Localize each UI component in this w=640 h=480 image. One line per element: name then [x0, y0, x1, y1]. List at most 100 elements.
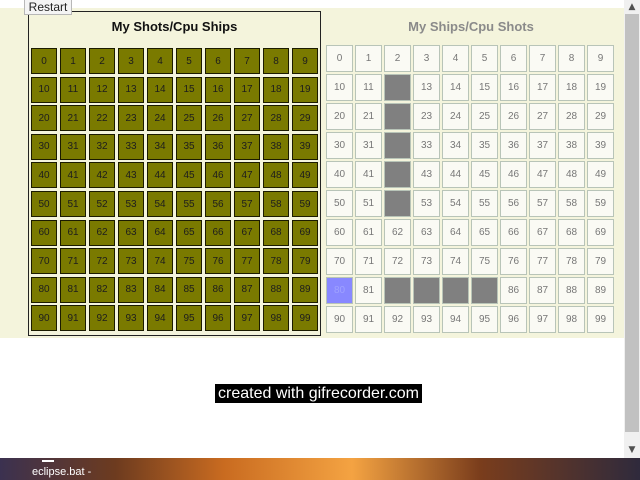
left-cell-62[interactable]: 62	[89, 219, 115, 246]
left-cell-77[interactable]: 77	[234, 248, 260, 275]
left-cell-74[interactable]: 74	[147, 248, 173, 275]
left-cell-8[interactable]: 8	[263, 48, 289, 74]
left-cell-92[interactable]: 92	[89, 305, 115, 332]
left-cell-85[interactable]: 85	[176, 276, 202, 303]
left-cell-12[interactable]: 12	[89, 76, 115, 103]
left-cell-4[interactable]: 4	[147, 48, 173, 74]
left-cell-93[interactable]: 93	[118, 305, 144, 332]
left-cell-7[interactable]: 7	[234, 48, 260, 74]
left-cell-84[interactable]: 84	[147, 276, 173, 303]
left-cell-24[interactable]: 24	[147, 105, 173, 132]
left-cell-82[interactable]: 82	[89, 276, 115, 303]
scroll-thumb[interactable]	[625, 14, 639, 432]
left-cell-42[interactable]: 42	[89, 162, 115, 189]
left-cell-96[interactable]: 96	[205, 305, 231, 332]
left-cell-94[interactable]: 94	[147, 305, 173, 332]
left-cell-13[interactable]: 13	[118, 76, 144, 103]
left-cell-75[interactable]: 75	[176, 248, 202, 275]
left-cell-25[interactable]: 25	[176, 105, 202, 132]
left-cell-47[interactable]: 47	[234, 162, 260, 189]
restart-button[interactable]: Restart	[24, 0, 72, 15]
left-cell-1[interactable]: 1	[60, 48, 86, 74]
left-cell-3[interactable]: 3	[118, 48, 144, 74]
left-cell-34[interactable]: 34	[147, 133, 173, 160]
left-cell-36[interactable]: 36	[205, 133, 231, 160]
left-cell-73[interactable]: 73	[118, 248, 144, 275]
left-cell-68[interactable]: 68	[263, 219, 289, 246]
left-cell-60[interactable]: 60	[31, 219, 57, 246]
left-cell-66[interactable]: 66	[205, 219, 231, 246]
left-cell-89[interactable]: 89	[292, 276, 318, 303]
left-cell-6[interactable]: 6	[205, 48, 231, 74]
left-cell-49[interactable]: 49	[292, 162, 318, 189]
left-cell-90[interactable]: 90	[31, 305, 57, 332]
left-cell-69[interactable]: 69	[292, 219, 318, 246]
left-cell-33[interactable]: 33	[118, 133, 144, 160]
left-cell-55[interactable]: 55	[176, 191, 202, 217]
left-cell-71[interactable]: 71	[60, 248, 86, 275]
left-cell-81[interactable]: 81	[60, 276, 86, 303]
left-cell-27[interactable]: 27	[234, 105, 260, 132]
left-cell-10[interactable]: 10	[31, 76, 57, 103]
left-cell-83[interactable]: 83	[118, 276, 144, 303]
left-cell-0[interactable]: 0	[31, 48, 57, 74]
left-cell-29[interactable]: 29	[292, 105, 318, 132]
left-cell-9[interactable]: 9	[292, 48, 318, 74]
left-cell-72[interactable]: 72	[89, 248, 115, 275]
scroll-down-icon[interactable]: ▼	[624, 443, 640, 457]
left-cell-87[interactable]: 87	[234, 276, 260, 303]
left-cell-22[interactable]: 22	[89, 105, 115, 132]
left-cell-44[interactable]: 44	[147, 162, 173, 189]
left-cell-76[interactable]: 76	[205, 248, 231, 275]
left-cell-19[interactable]: 19	[292, 76, 318, 103]
left-cell-56[interactable]: 56	[205, 191, 231, 217]
left-cell-41[interactable]: 41	[60, 162, 86, 189]
left-cell-58[interactable]: 58	[263, 191, 289, 217]
left-cell-91[interactable]: 91	[60, 305, 86, 332]
left-cell-35[interactable]: 35	[176, 133, 202, 160]
left-cell-61[interactable]: 61	[60, 219, 86, 246]
left-cell-51[interactable]: 51	[60, 191, 86, 217]
left-cell-88[interactable]: 88	[263, 276, 289, 303]
left-cell-43[interactable]: 43	[118, 162, 144, 189]
scroll-up-icon[interactable]: ▲	[624, 0, 640, 14]
taskbar-item[interactable]: eclipse.bat -	[32, 465, 91, 479]
left-cell-21[interactable]: 21	[60, 105, 86, 132]
left-cell-53[interactable]: 53	[118, 191, 144, 217]
left-cell-80[interactable]: 80	[31, 276, 57, 303]
left-cell-20[interactable]: 20	[31, 105, 57, 132]
left-cell-52[interactable]: 52	[89, 191, 115, 217]
left-cell-38[interactable]: 38	[263, 133, 289, 160]
left-cell-50[interactable]: 50	[31, 191, 57, 217]
left-cell-45[interactable]: 45	[176, 162, 202, 189]
left-cell-86[interactable]: 86	[205, 276, 231, 303]
left-cell-40[interactable]: 40	[31, 162, 57, 189]
left-cell-65[interactable]: 65	[176, 219, 202, 246]
left-cell-26[interactable]: 26	[205, 105, 231, 132]
left-cell-54[interactable]: 54	[147, 191, 173, 217]
left-cell-78[interactable]: 78	[263, 248, 289, 275]
left-cell-2[interactable]: 2	[89, 48, 115, 74]
left-cell-59[interactable]: 59	[292, 191, 318, 217]
left-cell-98[interactable]: 98	[263, 305, 289, 332]
left-cell-63[interactable]: 63	[118, 219, 144, 246]
left-cell-17[interactable]: 17	[234, 76, 260, 103]
left-cell-70[interactable]: 70	[31, 248, 57, 275]
left-cell-64[interactable]: 64	[147, 219, 173, 246]
left-cell-28[interactable]: 28	[263, 105, 289, 132]
left-cell-79[interactable]: 79	[292, 248, 318, 275]
left-cell-11[interactable]: 11	[60, 76, 86, 103]
left-cell-15[interactable]: 15	[176, 76, 202, 103]
left-cell-14[interactable]: 14	[147, 76, 173, 103]
left-cell-95[interactable]: 95	[176, 305, 202, 332]
left-cell-5[interactable]: 5	[176, 48, 202, 74]
left-cell-16[interactable]: 16	[205, 76, 231, 103]
left-cell-37[interactable]: 37	[234, 133, 260, 160]
left-cell-18[interactable]: 18	[263, 76, 289, 103]
left-cell-57[interactable]: 57	[234, 191, 260, 217]
left-cell-46[interactable]: 46	[205, 162, 231, 189]
left-cell-67[interactable]: 67	[234, 219, 260, 246]
left-cell-30[interactable]: 30	[31, 133, 57, 160]
left-cell-97[interactable]: 97	[234, 305, 260, 332]
left-cell-48[interactable]: 48	[263, 162, 289, 189]
